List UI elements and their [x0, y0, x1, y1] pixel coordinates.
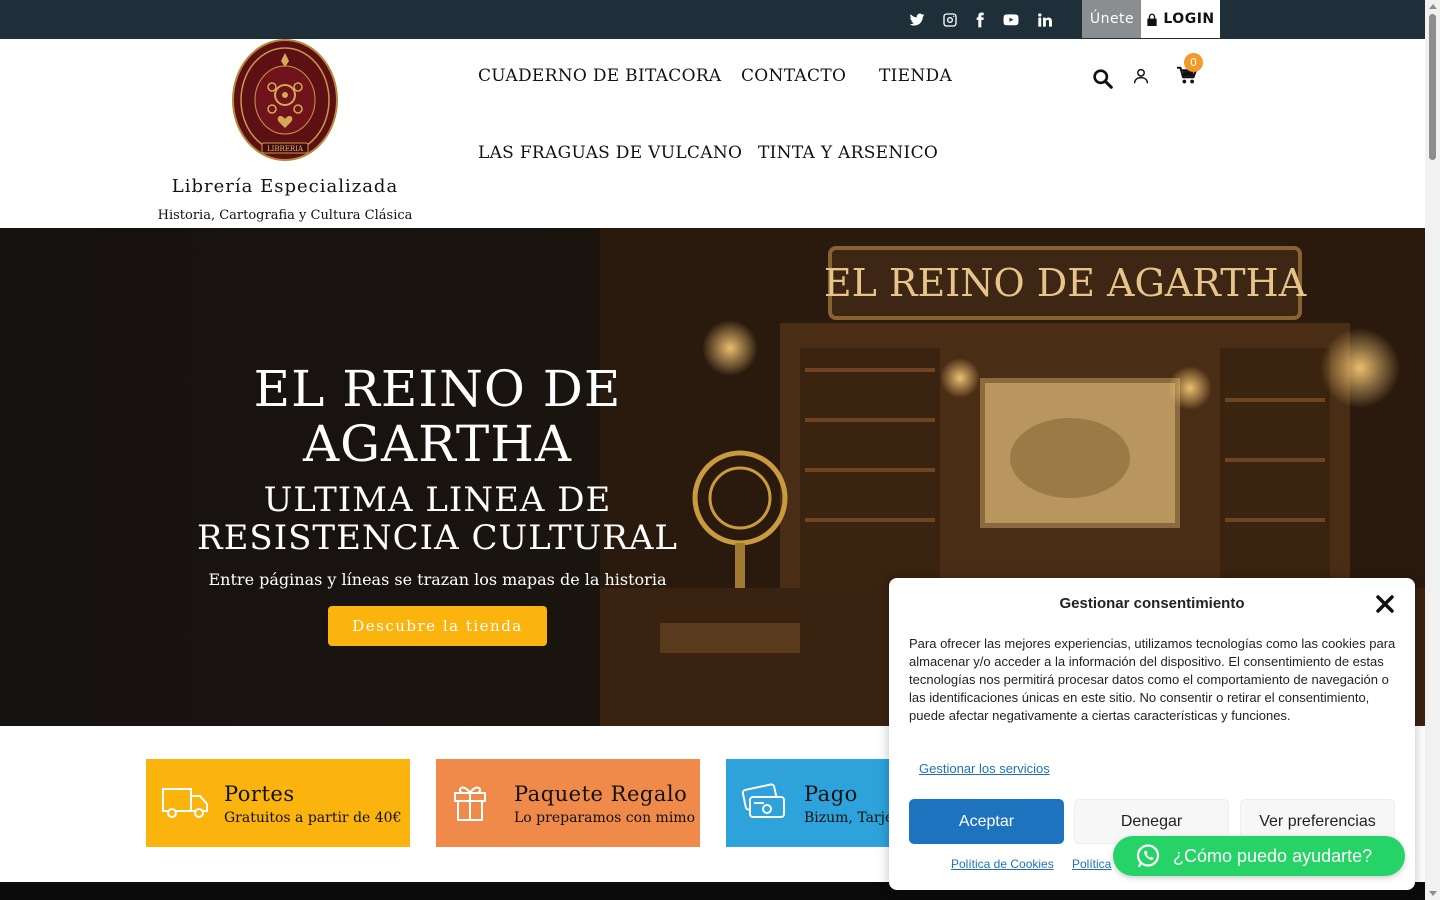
join-button[interactable]: Únete	[1082, 0, 1142, 38]
gift-icon	[454, 786, 486, 821]
hero-title: EL REINO DE AGARTHA	[253, 360, 622, 473]
twitter-icon[interactable]	[907, 10, 927, 30]
hero-description: Entre páginas y líneas se trazan los map…	[208, 570, 667, 589]
site-logo[interactable]: LIBRERIA	[232, 39, 338, 161]
login-label: LOGIN	[1163, 11, 1215, 27]
feature-shipping: Portes Gratuitos a partir de 40€	[146, 759, 410, 847]
nav-tienda[interactable]: TIENDA	[879, 66, 952, 86]
hero-subtitle: ULTIMA LINEA DE RESISTENCIA CULTURAL	[196, 480, 679, 558]
nav-cuaderno-de-bitacora[interactable]: CUADERNO DE BITACORA	[478, 66, 722, 86]
feature-subtitle: Gratuitos a partir de 40€	[224, 810, 402, 826]
consent-body: Para ofrecer las mejores experiencias, u…	[909, 636, 1396, 723]
privacy-policy-link[interactable]: Política	[1072, 857, 1111, 871]
close-icon[interactable]	[1375, 594, 1395, 614]
top-bar: Únete LOGIN	[0, 0, 1425, 39]
feature-gift: Paquete Regalo Lo preparamos con mimo	[436, 759, 700, 847]
cart-count-badge: 0	[1184, 53, 1203, 72]
nav-las-fraguas-de-vulcano[interactable]: LAS FRAGUAS DE VULCANO	[478, 143, 742, 163]
nav-tinta-y-arsenico[interactable]: TINTA Y ARSENICO	[758, 143, 938, 163]
facebook-icon[interactable]	[970, 10, 990, 30]
scroll-down-arrow-icon[interactable]	[1429, 891, 1437, 896]
whatsapp-help-button[interactable]: ¿Cómo puedo ayudarte?	[1113, 836, 1405, 876]
logo-text: LIBRERIA	[267, 145, 304, 153]
brand-subtitle: Historia, Cartografia y Cultura Clásica	[157, 208, 413, 223]
user-icon[interactable]	[1131, 66, 1151, 86]
cookie-policy-link[interactable]: Política de Cookies	[951, 857, 1054, 871]
scroll-thumb[interactable]	[1429, 14, 1436, 160]
feature-title: Portes	[224, 782, 295, 806]
lock-icon	[1147, 13, 1158, 26]
credit-card-icon	[741, 783, 785, 818]
page-scrollbar[interactable]	[1425, 0, 1440, 900]
youtube-icon[interactable]	[1001, 10, 1021, 30]
feature-subtitle: Lo preparamos con mimo	[514, 810, 695, 826]
feature-title: Pago	[804, 782, 858, 806]
shop-cta-button[interactable]: Descubre la tienda	[328, 606, 547, 646]
hero-sign-text: EL REINO DE AGARTHA	[824, 261, 1307, 305]
login-button[interactable]: LOGIN	[1141, 0, 1220, 38]
feature-title: Paquete Regalo	[514, 782, 688, 806]
nav-contacto[interactable]: CONTACTO	[741, 66, 846, 86]
search-icon[interactable]	[1090, 66, 1114, 90]
whatsapp-label: ¿Cómo puedo ayudarte?	[1173, 845, 1373, 866]
brand-title: Librería Especializada	[171, 176, 399, 197]
scroll-up-arrow-icon[interactable]	[1429, 4, 1437, 9]
instagram-icon[interactable]	[940, 10, 960, 30]
whatsapp-icon	[1136, 844, 1160, 868]
accept-button[interactable]: Aceptar	[909, 799, 1064, 844]
manage-services-link[interactable]: Gestionar los servicios	[919, 761, 1050, 776]
consent-title: Gestionar consentimiento	[1059, 595, 1245, 612]
truck-icon	[162, 788, 208, 818]
linkedin-icon[interactable]	[1035, 10, 1055, 30]
